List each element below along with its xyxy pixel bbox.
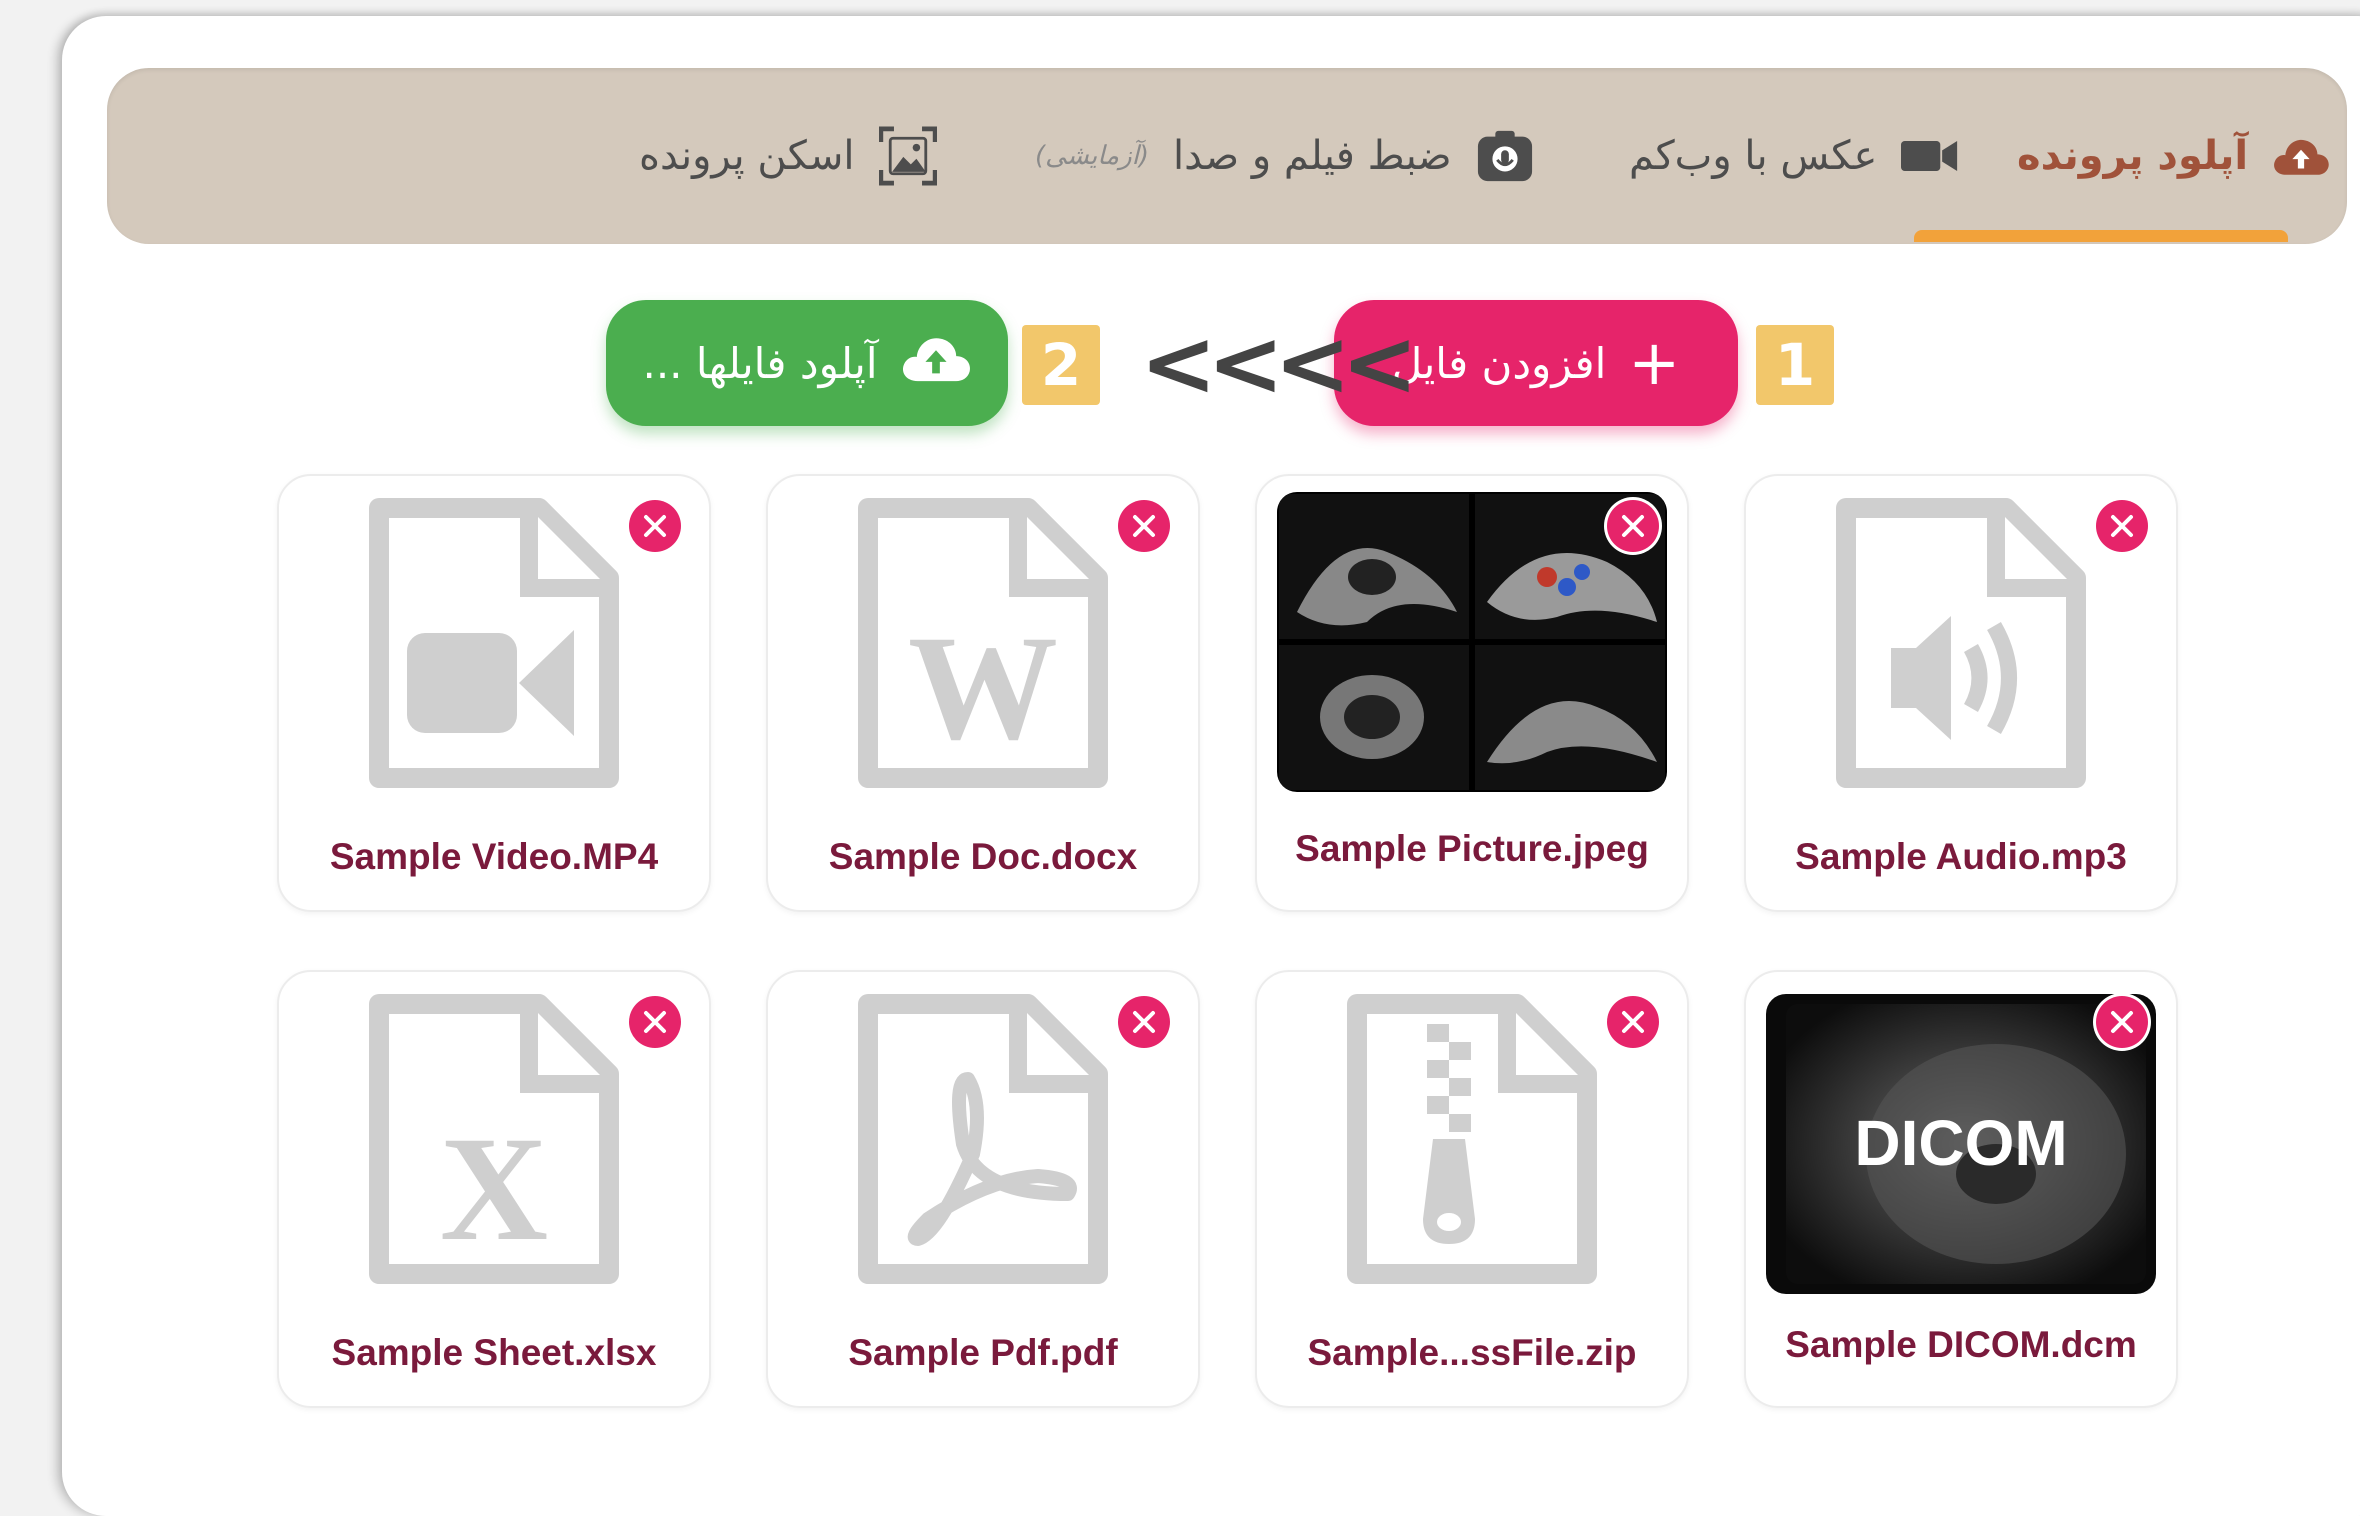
- dicom-thumbnail: DICOM: [1766, 994, 2156, 1294]
- file-card[interactable]: Sample...ssFile.zip: [1255, 970, 1689, 1408]
- tab-scan-label: اسکن پرونده: [639, 133, 855, 179]
- video-camera-icon: [1901, 127, 1959, 185]
- svg-text:X: X: [440, 1106, 548, 1272]
- remove-file-button[interactable]: [629, 500, 681, 552]
- file-name: Sample Video.MP4: [329, 836, 659, 877]
- scan-icon: [878, 126, 937, 186]
- file-name: Sample Doc.docx: [828, 836, 1138, 877]
- remove-file-button[interactable]: [1607, 500, 1659, 552]
- tab-webcam[interactable]: عکس با وب‌کم: [1629, 68, 1959, 244]
- file-name: Sample Pdf.pdf: [848, 1332, 1118, 1373]
- file-card[interactable]: Sample Pdf.pdf: [766, 970, 1200, 1408]
- remove-file-button[interactable]: [2096, 500, 2148, 552]
- file-card[interactable]: Sample Audio.mp3: [1744, 474, 2178, 912]
- tab-record[interactable]: ضبط فیلم و صدا (آزمایشی): [1035, 68, 1534, 244]
- record-camera-icon: [1476, 127, 1534, 185]
- remove-file-button[interactable]: [2096, 996, 2148, 1048]
- file-card[interactable]: X Sample Sheet.xlsx: [277, 970, 711, 1408]
- step-arrows: <<<<: [1140, 309, 1418, 417]
- step-1-badge: 1: [1756, 325, 1834, 405]
- file-card[interactable]: DICOM Sample DICOM.dcm: [1744, 970, 2178, 1408]
- step-2-badge: 2: [1022, 325, 1100, 405]
- tab-upload-file[interactable]: آپلود پرونده: [2017, 68, 2330, 244]
- remove-file-button[interactable]: [1118, 500, 1170, 552]
- svg-text:W: W: [908, 605, 1058, 771]
- tab-upload-file-label: آپلود پرونده: [2017, 133, 2249, 179]
- remove-file-button[interactable]: [629, 996, 681, 1048]
- file-card[interactable]: W Sample Doc.docx: [766, 474, 1200, 912]
- dicom-label: DICOM: [1854, 1107, 2068, 1179]
- tab-record-note: (آزمایشی): [1035, 141, 1150, 171]
- upload-files-label: آپلود فایلها ...: [642, 338, 878, 388]
- tab-record-label: ضبط فیلم و صدا: [1173, 133, 1452, 179]
- tab-webcam-label: عکس با وب‌کم: [1629, 133, 1878, 179]
- file-card[interactable]: Sample Picture.jpeg: [1255, 474, 1689, 912]
- file-card[interactable]: Sample Video.MP4: [277, 474, 711, 912]
- upload-files-button[interactable]: آپلود فایلها ...: [606, 300, 1008, 426]
- plus-icon: +: [1628, 326, 1681, 399]
- file-name: Sample DICOM.dcm: [1785, 1324, 2137, 1365]
- cloud-upload-icon: [2272, 127, 2330, 185]
- tab-scan[interactable]: اسکن پرونده: [639, 68, 937, 244]
- remove-file-button[interactable]: [1607, 996, 1659, 1048]
- cloud-upload-icon: [900, 333, 972, 393]
- remove-file-button[interactable]: [1118, 996, 1170, 1048]
- tab-bar: آپلود پرونده عکس با وب‌کم ضبط فیلم و صدا…: [107, 68, 2347, 244]
- add-file-label: افزودن فایل: [1391, 338, 1607, 388]
- file-name: Sample...ssFile.zip: [1307, 1332, 1637, 1373]
- file-name: Sample Sheet.xlsx: [331, 1332, 657, 1373]
- file-name: Sample Audio.mp3: [1795, 836, 2127, 877]
- file-name: Sample Picture.jpeg: [1295, 828, 1649, 869]
- active-tab-indicator: [1914, 230, 2288, 242]
